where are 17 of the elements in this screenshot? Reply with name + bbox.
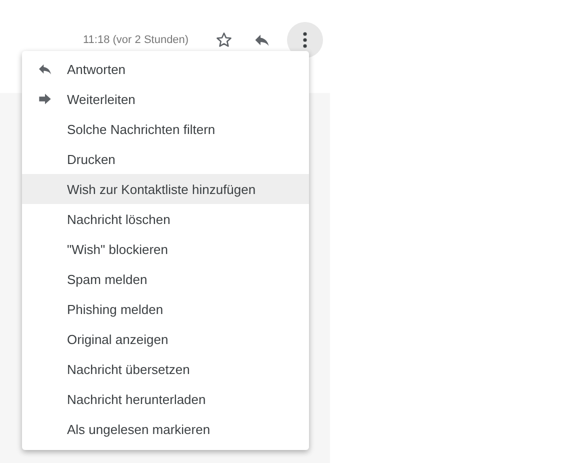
star-icon[interactable] [215,31,233,49]
menu-item[interactable]: Nachricht übersetzen [22,354,309,384]
more-icon [303,32,307,48]
menu-item[interactable]: Phishing melden [22,294,309,324]
forward-arrow-icon [38,92,52,106]
menu-item[interactable]: Drucken [22,144,309,174]
timestamp: 11:18 (vor 2 Stunden) [83,34,190,46]
menu-item[interactable]: Nachricht löschen [22,204,309,234]
menu-item[interactable]: Antworten [22,54,309,84]
menu-item[interactable]: Als ungelesen markieren [22,414,309,444]
menu-item[interactable]: "Wish" blockieren [22,234,309,264]
menu-item[interactable]: Spam melden [22,264,309,294]
menu-item[interactable]: Weiterleiten [22,84,309,114]
menu-item[interactable]: Solche Nachrichten filtern [22,114,309,144]
menu-item[interactable]: Wish zur Kontaktliste hinzufügen [22,174,309,204]
menu-item[interactable]: Original anzeigen [22,324,309,354]
menu-item[interactable]: Nachricht herunterladen [22,384,309,414]
